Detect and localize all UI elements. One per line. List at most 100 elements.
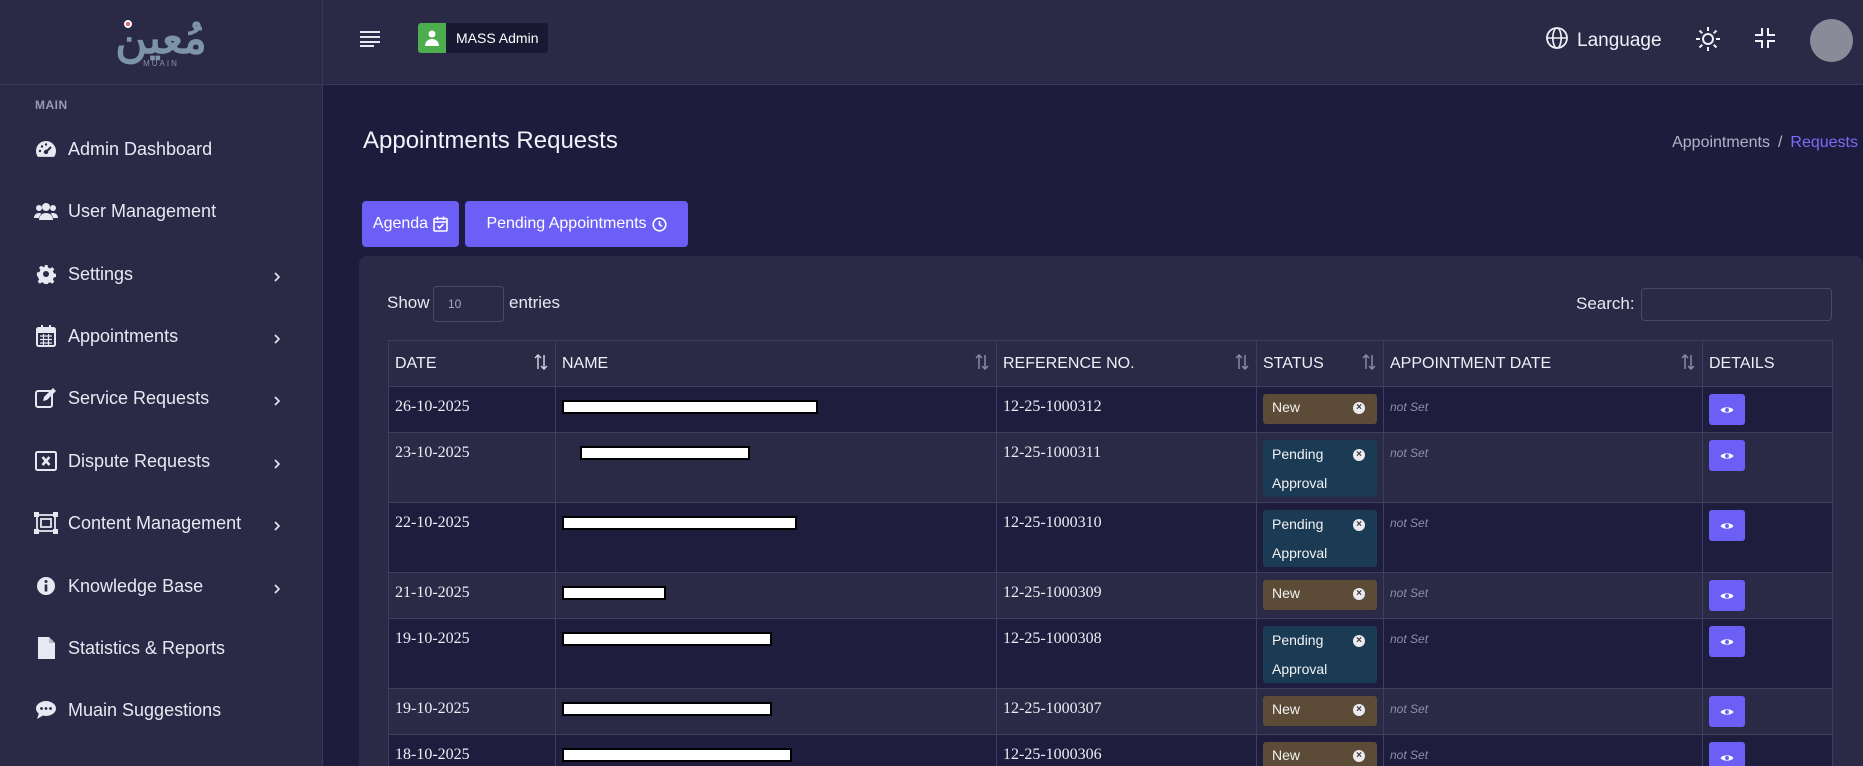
sidebar-item-dispute-requests[interactable]: Dispute Requests: [0, 441, 323, 481]
table-row: 21-10-2025 12-25-1000309 New × not Set: [388, 572, 1833, 619]
view-details-button[interactable]: [1709, 742, 1745, 766]
cell-date: 21-10-2025: [388, 572, 556, 619]
cell-date: 19-10-2025: [388, 618, 556, 689]
chevron-right-icon: [273, 515, 281, 536]
view-details-button[interactable]: [1709, 626, 1745, 657]
cell-details: [1702, 688, 1833, 735]
cell-details: [1702, 618, 1833, 689]
cell-appointment-date: not Set: [1383, 502, 1703, 573]
clock-icon: [651, 216, 667, 232]
cell-details: [1702, 432, 1833, 503]
sort-icon: [1235, 353, 1249, 375]
cell-name: [555, 432, 997, 503]
admin-badge[interactable]: MASS Admin: [418, 23, 549, 53]
menu-toggle-icon[interactable]: [359, 30, 381, 53]
theme-toggle-icon[interactable]: [1695, 26, 1721, 57]
chevron-right-icon: [273, 328, 281, 349]
redacted-name: [562, 516, 797, 530]
sidebar-item-content-management[interactable]: Content Management: [0, 503, 323, 543]
globe-icon: [1545, 26, 1569, 56]
cell-date: 23-10-2025: [388, 432, 556, 503]
view-details-button[interactable]: [1709, 510, 1745, 541]
column-header-appointment-date[interactable]: APPOINTMENT DATE: [1383, 340, 1703, 387]
view-details-button[interactable]: [1709, 394, 1745, 425]
user-avatar[interactable]: [1810, 19, 1853, 62]
cell-appointment-date: not Set: [1383, 734, 1703, 766]
cell-name: [555, 734, 997, 766]
cell-reference: 12-25-1000306: [996, 734, 1257, 766]
status-badge: New ×: [1263, 742, 1377, 766]
redacted-name: [580, 446, 750, 460]
chevron-right-icon: [273, 578, 281, 599]
close-circle-icon: ×: [1353, 519, 1365, 531]
agenda-button-label: Agenda: [372, 215, 429, 232]
cell-date: 19-10-2025: [388, 688, 556, 735]
cell-appointment-date: not Set: [1383, 432, 1703, 503]
exit-fullscreen-icon[interactable]: [1753, 26, 1777, 55]
cell-details: [1702, 502, 1833, 573]
sidebar-item-statistics-reports[interactable]: Statistics & Reports: [0, 628, 323, 668]
column-header-status[interactable]: STATUS: [1256, 340, 1384, 387]
sidebar-item-muain-suggestions[interactable]: Muain Suggestions: [0, 690, 323, 730]
view-details-button[interactable]: [1709, 580, 1745, 611]
calendar-icon: [34, 324, 58, 348]
dashboard-icon: [34, 137, 58, 161]
cell-reference: 12-25-1000310: [996, 502, 1257, 573]
frame-icon: [34, 511, 58, 535]
close-circle-icon: ×: [1353, 635, 1365, 647]
cell-appointment-date: not Set: [1383, 688, 1703, 735]
agenda-button[interactable]: Agenda: [362, 201, 459, 247]
sidebar-item-settings[interactable]: Settings: [0, 254, 323, 294]
sidebar-item-label: Appointments: [68, 325, 179, 346]
eye-icon: [1720, 708, 1734, 715]
view-details-button[interactable]: [1709, 440, 1745, 471]
sidebar-item-label: Settings: [68, 263, 134, 284]
cell-status: Pending Approval ×: [1256, 432, 1384, 503]
logo-area: مُعين MUAIN: [0, 0, 322, 85]
users-icon: [34, 199, 58, 223]
redacted-name: [562, 702, 772, 716]
sidebar-item-label: Content Management: [68, 512, 242, 533]
status-badge: Pending Approval ×: [1263, 510, 1377, 567]
status-badge: New ×: [1263, 394, 1377, 424]
sort-icon: [534, 353, 548, 375]
redacted-name: [562, 586, 666, 600]
cell-reference: 12-25-1000312: [996, 386, 1257, 433]
status-badge: Pending Approval ×: [1263, 440, 1377, 497]
column-header-reference[interactable]: REFERENCE NO.: [996, 340, 1257, 387]
comment-icon: [34, 698, 58, 722]
cell-appointment-date: not Set: [1383, 572, 1703, 619]
column-header-name[interactable]: NAME: [555, 340, 997, 387]
table-row: 19-10-2025 12-25-1000307 New × not Set: [388, 688, 1833, 735]
cell-name: [555, 688, 997, 735]
cell-appointment-date: not Set: [1383, 618, 1703, 689]
table-row: 23-10-2025 12-25-1000311 Pending Approval…: [388, 432, 1833, 503]
muain-logo[interactable]: مُعين MUAIN: [106, 12, 216, 72]
language-selector[interactable]: Language: [1545, 26, 1662, 56]
logo-dot: [124, 20, 132, 28]
sidebar-item-service-requests[interactable]: Service Requests: [0, 378, 323, 418]
search-input[interactable]: [1641, 288, 1832, 321]
column-header-date[interactable]: DATE: [388, 340, 556, 387]
close-circle-icon: ×: [1353, 704, 1365, 716]
cell-reference: 12-25-1000309: [996, 572, 1257, 619]
redacted-name: [562, 748, 792, 762]
breadcrumb-parent[interactable]: Appointments: [1672, 134, 1770, 151]
pending-appointments-button[interactable]: Pending Appointments: [465, 201, 688, 247]
sidebar-item-knowledge-base[interactable]: Knowledge Base: [0, 566, 323, 606]
cell-reference: 12-25-1000311: [996, 432, 1257, 503]
cell-status: Pending Approval ×: [1256, 502, 1384, 573]
top-header: MASS Admin Language: [323, 0, 1863, 85]
chevron-right-icon: [273, 390, 281, 411]
cell-status: Pending Approval ×: [1256, 618, 1384, 689]
sidebar-item-admin-dashboard[interactable]: Admin Dashboard: [0, 129, 323, 169]
cell-reference: 12-25-1000308: [996, 618, 1257, 689]
eye-icon: [1720, 754, 1734, 761]
sidebar-item-appointments[interactable]: Appointments: [0, 316, 323, 356]
cell-appointment-date: not Set: [1383, 386, 1703, 433]
sidebar-item-user-management[interactable]: User Management: [0, 191, 323, 231]
view-details-button[interactable]: [1709, 696, 1745, 727]
table-row: 22-10-2025 12-25-1000310 Pending Approval…: [388, 502, 1833, 573]
entries-per-page-select[interactable]: [433, 286, 504, 322]
eye-icon: [1720, 522, 1734, 529]
